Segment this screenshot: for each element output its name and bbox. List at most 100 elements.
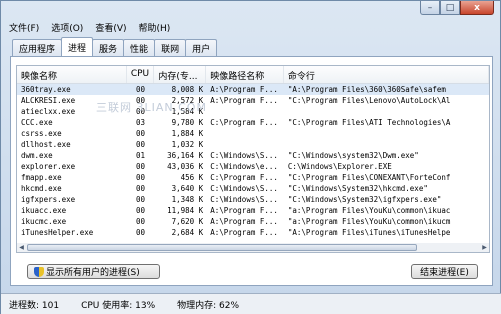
- cell-image-name: explorer.exe: [21, 162, 76, 171]
- cell-image-path: C:\Program F...: [210, 118, 278, 127]
- column-header-cpu[interactable]: CPU: [127, 66, 155, 83]
- horizontal-scrollbar[interactable]: ◀ ▶: [16, 243, 490, 253]
- cell-memory: 1,348 K: [171, 195, 204, 204]
- cell-memory: 7,620 K: [171, 217, 204, 226]
- cell-memory: 8,008 K: [171, 85, 204, 94]
- cell-command-line: [284, 128, 489, 139]
- column-header-memory[interactable]: 内存(专...: [154, 66, 207, 83]
- cell-command-line: [284, 106, 489, 117]
- table-row[interactable]: igfxpers.exe 00 1,348 K C:\Windows\S... "C:\…: [17, 194, 489, 205]
- cell-command-line: "C:\Windows\System32\igfxpers.exe": [287, 195, 442, 204]
- cell-image-path: A:\Program F...: [210, 228, 278, 237]
- cell-cpu: 00: [135, 228, 145, 237]
- cell-command-line: C:\Windows\Explorer.EXE: [287, 162, 392, 171]
- tab-services[interactable]: 服务: [92, 39, 125, 56]
- cell-image-path: A:\Program F...: [210, 85, 278, 94]
- cell-command-line: "C:\Windows\system32\Dwm.exe": [287, 151, 419, 160]
- menu-help[interactable]: 帮助(H): [137, 21, 173, 35]
- cell-image-name: iTunesHelper.exe: [21, 228, 94, 237]
- table-row[interactable]: csrss.exe 00 1,884 K: [17, 128, 489, 139]
- tab-bar: 应用程序 进程 服务 性能 联网 用户: [12, 37, 218, 56]
- task-manager-window: – □ x 文件(F) 选项(O) 查看(V) 帮助(H) 应用程序 进程 服务…: [0, 0, 501, 314]
- scroll-right-icon[interactable]: ▶: [480, 243, 489, 252]
- cell-command-line: "a:\Program Files\YouKu\common\ikucm: [287, 217, 451, 226]
- table-row[interactable]: dllhost.exe 00 1,032 K: [17, 139, 489, 150]
- cell-memory: 11,984 K: [167, 206, 204, 215]
- end-process-label: 结束进程(E): [420, 268, 469, 278]
- menu-options[interactable]: 选项(O): [49, 21, 85, 35]
- end-process-button[interactable]: 结束进程(E): [411, 264, 478, 279]
- cell-cpu: 00: [135, 140, 145, 149]
- table-row[interactable]: atieclxx.exe 00 1,584 K: [17, 106, 489, 117]
- table-row[interactable]: explorer.exe 00 43,036 K C:\Windows\e... C:\…: [17, 161, 489, 172]
- cell-image-name: CCC.exe: [21, 118, 53, 127]
- table-body: 360tray.exe 00 8,008 K A:\Program F... "A:\P…: [17, 84, 489, 238]
- table-row[interactable]: fmapp.exe 00 456 K C:\Program F... "C:\Progr…: [17, 172, 489, 183]
- column-header-image-name[interactable]: 映像名称: [17, 66, 127, 83]
- cell-image-path: [206, 106, 284, 117]
- column-header-image-path[interactable]: 映像路径名称: [206, 66, 284, 83]
- tab-performance[interactable]: 性能: [123, 39, 156, 56]
- cell-memory: 456 K: [180, 173, 204, 182]
- close-button[interactable]: x: [460, 1, 494, 15]
- process-table: 映像名称 CPU 内存(专... 映像路径名称 命令行 360tray.exe 0…: [16, 65, 490, 244]
- menu-file[interactable]: 文件(F): [7, 21, 41, 35]
- cell-image-name: csrss.exe: [21, 129, 62, 138]
- table-row[interactable]: ikuacc.exe 00 11,984 K A:\Program F... "a:\P…: [17, 205, 489, 216]
- table-row[interactable]: dwm.exe 01 36,164 K C:\Windows\S... "C:\Wind…: [17, 150, 489, 161]
- tab-processes[interactable]: 进程: [61, 37, 94, 56]
- menu-bar: 文件(F) 选项(O) 查看(V) 帮助(H): [7, 21, 172, 35]
- tab-users[interactable]: 用户: [185, 39, 218, 56]
- cell-command-line: "A:\Program Files\iTunes\iTunesHelpe: [287, 228, 451, 237]
- cell-image-path: A:\Program F...: [210, 217, 278, 226]
- cell-cpu: 00: [135, 162, 145, 171]
- table-row[interactable]: iTunesHelper.exe 00 2,684 K A:\Program F...…: [17, 227, 489, 238]
- table-row[interactable]: CCC.exe 03 9,780 K C:\Program F... "C:\Progr…: [17, 117, 489, 128]
- cell-command-line: "C:\Windows\System32\hkcmd.exe": [287, 184, 428, 193]
- cell-image-path: A:\Program F...: [210, 206, 278, 215]
- menu-view[interactable]: 查看(V): [93, 21, 128, 35]
- cell-image-name: ikucmc.exe: [21, 217, 67, 226]
- cell-cpu: 00: [135, 217, 145, 226]
- window-controls: – □ x: [420, 1, 494, 15]
- column-header-command-line[interactable]: 命令行: [284, 66, 489, 83]
- cell-memory: 1,032 K: [171, 140, 204, 149]
- minimize-button[interactable]: –: [420, 1, 440, 15]
- cell-image-path: C:\Program F...: [210, 173, 278, 182]
- cell-memory: 43,036 K: [167, 162, 204, 171]
- table-row[interactable]: 360tray.exe 00 8,008 K A:\Program F... "A:\P…: [17, 84, 489, 95]
- table-row[interactable]: ikucmc.exe 00 7,620 K A:\Program F... "a:\Pr…: [17, 216, 489, 227]
- table-header: 映像名称 CPU 内存(专... 映像路径名称 命令行: [17, 66, 489, 84]
- cell-image-path: A:\Program F...: [210, 96, 278, 105]
- status-physical-memory: 物理内存: 62%: [177, 301, 240, 311]
- cell-image-path: C:\Windows\S...: [210, 151, 278, 160]
- cell-memory: 9,780 K: [171, 118, 204, 127]
- cell-command-line: "C:\Program Files\CONEXANT\ForteConf: [287, 173, 451, 182]
- cell-image-name: dwm.exe: [21, 151, 53, 160]
- scroll-left-icon[interactable]: ◀: [17, 243, 26, 252]
- cell-image-path: C:\Windows\S...: [210, 195, 278, 204]
- cell-image-name: igfxpers.exe: [21, 195, 76, 204]
- uac-shield-icon: [34, 266, 44, 277]
- cell-cpu: 00: [135, 173, 145, 182]
- maximize-button[interactable]: □: [440, 1, 460, 15]
- status-cpu-usage: CPU 使用率: 13%: [81, 301, 156, 311]
- cell-cpu: 00: [135, 85, 145, 94]
- cell-memory: 1,884 K: [171, 129, 204, 138]
- status-process-count: 进程数: 101: [9, 301, 60, 311]
- cell-memory: 36,164 K: [167, 151, 204, 160]
- cell-command-line: "C:\Program Files\Lenovo\AutoLock\Al: [287, 96, 451, 105]
- status-bar: 进程数: 101 CPU 使用率: 13% 物理内存: 62%: [1, 293, 501, 314]
- show-all-users-button[interactable]: 显示所有用户的进程(S): [27, 264, 160, 279]
- tab-networking[interactable]: 联网: [154, 39, 187, 56]
- table-row[interactable]: hkcmd.exe 00 3,640 K C:\Windows\S... "C:\Win…: [17, 183, 489, 194]
- scrollbar-thumb[interactable]: [27, 244, 417, 251]
- cell-image-name: dllhost.exe: [21, 140, 71, 149]
- cell-cpu: 00: [135, 195, 145, 204]
- cell-memory: 2,684 K: [171, 228, 204, 237]
- cell-memory: 3,640 K: [171, 184, 204, 193]
- cell-image-name: 360tray.exe: [21, 85, 71, 94]
- table-row[interactable]: ALCKRESI.exe 00 2,572 K A:\Program F... "C:\…: [17, 95, 489, 106]
- tab-applications[interactable]: 应用程序: [12, 39, 63, 56]
- cell-cpu: 03: [135, 118, 145, 127]
